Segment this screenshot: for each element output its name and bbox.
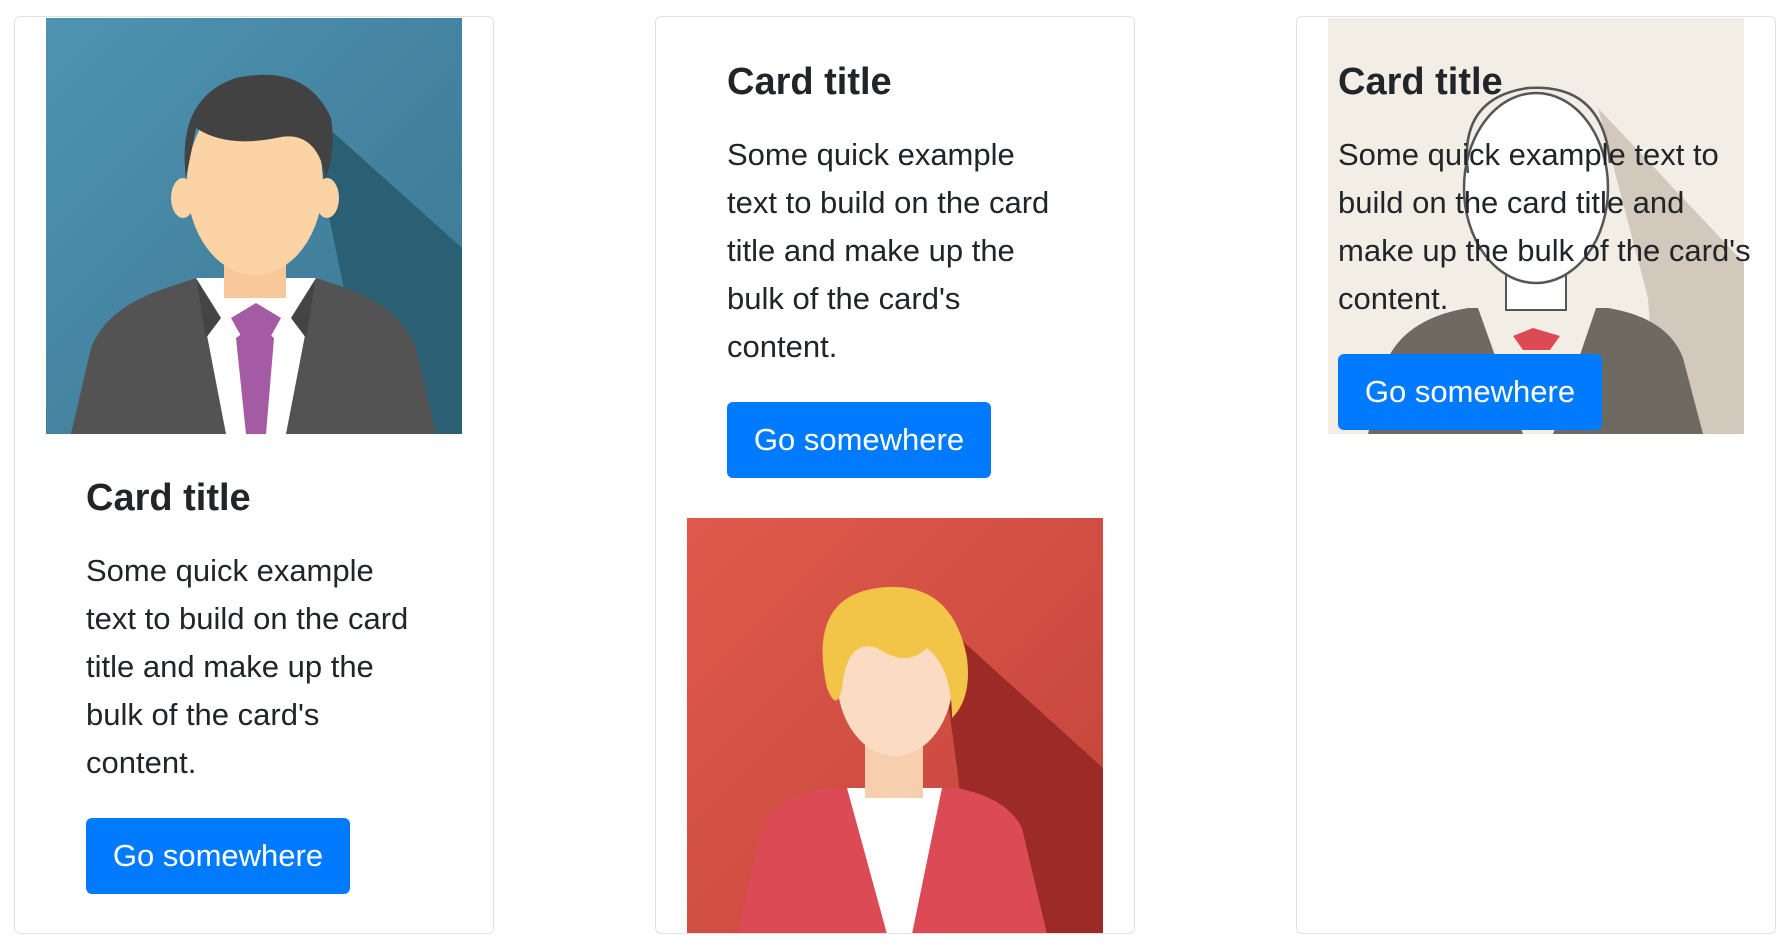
- woman-avatar-image: [687, 518, 1103, 933]
- man-avatar-image: [46, 18, 462, 434]
- go-somewhere-button[interactable]: Go somewhere: [1338, 354, 1602, 430]
- card-3: Card title Some quick example text to bu…: [1296, 16, 1776, 934]
- card-1: Card title Some quick example text to bu…: [14, 16, 494, 934]
- woman-avatar-icon: [687, 518, 1103, 933]
- go-somewhere-button[interactable]: Go somewhere: [86, 818, 350, 894]
- card-title: Card title: [86, 477, 251, 519]
- card-title: Card title: [727, 61, 892, 103]
- card-text: Some quick example text to build on the …: [1338, 137, 1751, 316]
- go-somewhere-button[interactable]: Go somewhere: [727, 402, 991, 478]
- card-2: Card title Some quick example text to bu…: [655, 16, 1135, 934]
- card-text: Some quick example text to build on the …: [86, 553, 409, 780]
- man-avatar-icon: [46, 18, 462, 434]
- card-text: Some quick example text to build on the …: [727, 137, 1050, 364]
- card-title: Card title: [1338, 61, 1503, 103]
